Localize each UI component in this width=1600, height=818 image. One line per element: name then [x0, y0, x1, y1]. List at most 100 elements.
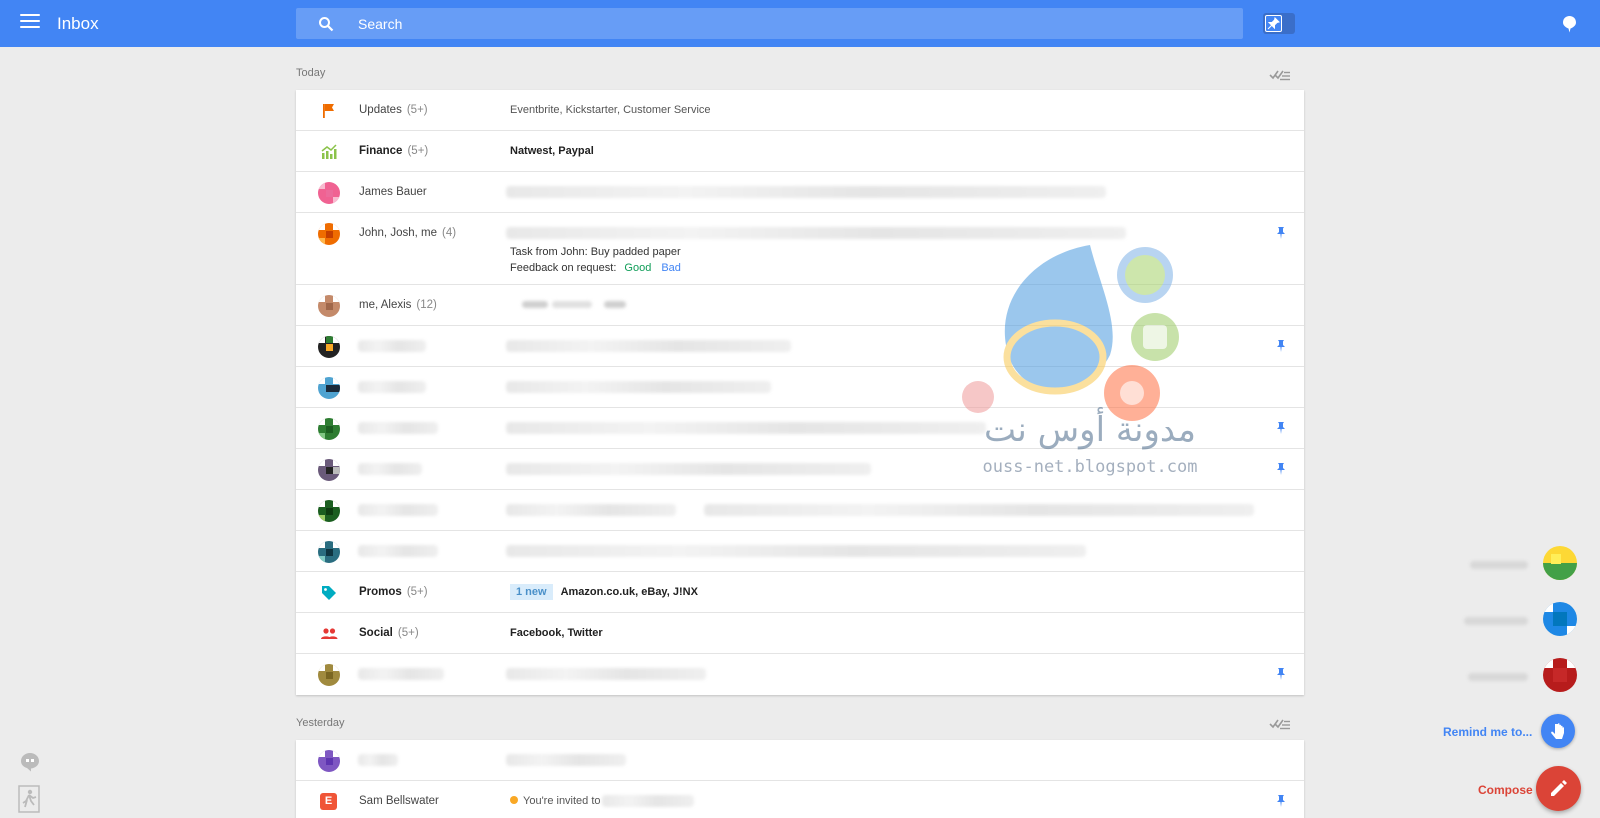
avatar: [318, 541, 340, 563]
blurred-sender: [358, 340, 426, 352]
flag-icon: [323, 104, 334, 118]
pencil-icon: [1551, 780, 1567, 796]
blurred-sender: [358, 668, 444, 680]
avatar: [318, 295, 340, 317]
bundle-summary: 1 new Amazon.co.uk, eBay, J!NX: [510, 584, 698, 600]
bundle-social[interactable]: Social (5+) Facebook, Twitter: [296, 613, 1304, 654]
yesterday-list: E Sam Bellswater You're invited to: [296, 740, 1304, 818]
pinned-toggle[interactable]: [1263, 13, 1295, 34]
blurred-subject: [506, 186, 1106, 198]
app-title: Inbox: [57, 14, 99, 33]
pin-icon[interactable]: [1276, 227, 1286, 239]
bundle-label: Updates (5+): [359, 104, 428, 116]
blurred-sender: [358, 381, 426, 393]
exit-icon[interactable]: [18, 785, 40, 813]
pin-icon: [1267, 17, 1280, 30]
bundle-updates[interactable]: Updates (5+) Eventbrite, Kickstarter, Cus…: [296, 90, 1304, 131]
search-box[interactable]: [296, 8, 1243, 39]
watermark-url: ouss-net.blogspot.com: [982, 457, 1198, 477]
blurred-sender: [358, 504, 438, 516]
section-today-label: Today: [296, 67, 326, 79]
bundle-promos[interactable]: Promos (5+) 1 new Amazon.co.uk, eBay, J!NX: [296, 572, 1304, 613]
pin-icon[interactable]: [1276, 422, 1286, 434]
section-yesterday-label: Yesterday: [296, 717, 345, 729]
blurred-subject: [604, 301, 626, 308]
watermark-logo: [962, 245, 1179, 421]
hangouts-icon[interactable]: [20, 752, 40, 772]
sender-name: John, Josh, me (4): [359, 227, 457, 239]
avatar: [318, 750, 340, 772]
avatar: [318, 223, 340, 245]
avatar: [318, 664, 340, 686]
feedback-good-button[interactable]: Good: [624, 262, 651, 274]
blurred-sender: [358, 754, 398, 766]
blurred-subject: [506, 754, 626, 766]
sweep-done-icon[interactable]: [1269, 68, 1291, 82]
blurred-subject: [506, 381, 771, 393]
avatar: [318, 377, 340, 399]
avatar: [318, 500, 340, 522]
feedback-bad-button[interactable]: Bad: [661, 262, 681, 274]
email-subject: You're invited to: [510, 795, 601, 807]
blurred-subject: [522, 301, 548, 308]
avatar: [318, 459, 340, 481]
pin-icon[interactable]: [1276, 795, 1286, 807]
email-row[interactable]: [296, 654, 1304, 695]
blurred-subject: [506, 422, 986, 434]
blurred-subject: [506, 227, 1126, 239]
sweep-done-icon[interactable]: [1269, 717, 1291, 731]
email-row[interactable]: [296, 490, 1304, 531]
sender-name: James Bauer: [359, 186, 427, 198]
contact-avatar[interactable]: [1543, 546, 1577, 580]
badge-icon: [510, 796, 518, 804]
blurred-sender: [358, 422, 438, 434]
email-row[interactable]: [296, 531, 1304, 572]
sender-name: Sam Bellswater: [359, 795, 439, 807]
blurred-sender: [358, 463, 422, 475]
blurred-contact-name: [1464, 617, 1528, 625]
bundle-summary: Facebook, Twitter: [510, 627, 603, 639]
compose-button[interactable]: [1536, 766, 1581, 811]
bundle-finance[interactable]: Finance (5+) Natwest, Paypal: [296, 131, 1304, 172]
people-icon: [321, 628, 338, 639]
blurred-subject: [506, 340, 791, 352]
eventbrite-logo: E: [320, 793, 337, 810]
pin-icon[interactable]: [1276, 463, 1286, 475]
email-row-james[interactable]: James Bauer: [296, 172, 1304, 213]
blog-watermark: مدونة أوس نت ouss-net.blogspot.com: [960, 245, 1220, 485]
blurred-contact-name: [1470, 561, 1528, 569]
blurred-contact-name: [1468, 673, 1528, 681]
bundle-summary: Natwest, Paypal: [510, 145, 594, 157]
account-icon[interactable]: [1563, 16, 1576, 33]
finance-chart-icon: [321, 144, 337, 159]
contact-avatar[interactable]: [1543, 602, 1577, 636]
bundle-label: Social (5+): [359, 627, 419, 639]
pin-icon[interactable]: [1276, 340, 1286, 352]
avatar: [318, 418, 340, 440]
blurred-subject: [552, 301, 592, 308]
avatar: [318, 182, 340, 204]
blurred-subject: [506, 668, 706, 680]
task-line: Task from John: Buy padded paper: [510, 246, 681, 258]
new-badge: 1 new: [510, 584, 553, 600]
blurred-sender: [358, 545, 438, 557]
bundle-label: Finance (5+): [359, 145, 429, 157]
feedback-line: Feedback on request: Good Bad: [510, 262, 681, 274]
search-input[interactable]: [358, 8, 1158, 39]
contact-avatar[interactable]: [1543, 658, 1577, 692]
email-row-sam[interactable]: E Sam Bellswater You're invited to: [296, 781, 1304, 818]
email-row[interactable]: [296, 740, 1304, 781]
reminder-hand-icon: [1551, 723, 1564, 739]
compose-label[interactable]: Compose: [1478, 783, 1533, 797]
blurred-subject: [602, 795, 694, 807]
top-app-bar: Inbox: [0, 0, 1600, 47]
search-icon[interactable]: [318, 16, 334, 32]
sender-name: me, Alexis (12): [359, 299, 437, 311]
remind-me-label[interactable]: Remind me to...: [1443, 725, 1532, 739]
remind-me-button[interactable]: [1541, 714, 1575, 748]
avatar: [318, 336, 340, 358]
bundle-label: Promos (5+): [359, 586, 428, 598]
menu-icon[interactable]: [20, 14, 40, 32]
blurred-subject: [704, 504, 1254, 516]
pin-icon[interactable]: [1276, 668, 1286, 680]
